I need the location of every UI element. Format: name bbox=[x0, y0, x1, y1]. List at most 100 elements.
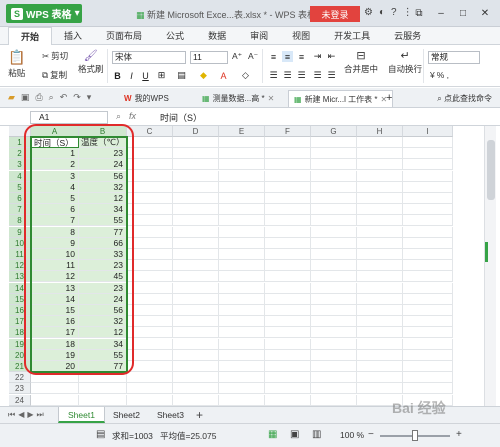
doc-tab-measure[interactable]: ▦ 测量数据...高 * ✕ bbox=[196, 90, 280, 107]
column-header-B[interactable]: B bbox=[79, 126, 127, 137]
undo-icon[interactable]: ↶ bbox=[60, 92, 68, 103]
table-cell[interactable] bbox=[265, 372, 311, 384]
help-icon[interactable]: ? bbox=[391, 7, 397, 18]
table-cell[interactable]: 12 bbox=[79, 327, 127, 339]
table-cell[interactable] bbox=[173, 383, 219, 395]
table-cell[interactable] bbox=[311, 148, 357, 160]
table-cell[interactable] bbox=[357, 148, 403, 160]
table-cell[interactable] bbox=[357, 327, 403, 339]
name-box[interactable]: A1 bbox=[30, 111, 108, 124]
table-cell[interactable] bbox=[173, 394, 219, 406]
table-cell[interactable]: 4 bbox=[31, 181, 79, 193]
table-cell[interactable] bbox=[265, 327, 311, 339]
table-cell[interactable] bbox=[173, 148, 219, 160]
table-cell[interactable] bbox=[311, 394, 357, 406]
table-cell[interactable] bbox=[219, 193, 265, 204]
table-cell[interactable] bbox=[173, 237, 219, 249]
table-cell[interactable]: 77 bbox=[79, 226, 127, 238]
table-cell[interactable] bbox=[357, 316, 403, 328]
table-cell[interactable] bbox=[79, 394, 127, 406]
header-cell[interactable] bbox=[403, 137, 453, 148]
maximize-icon[interactable]: □ bbox=[452, 5, 474, 21]
table-cell[interactable] bbox=[265, 215, 311, 227]
table-cell[interactable] bbox=[265, 193, 311, 204]
header-cell[interactable] bbox=[265, 137, 311, 148]
table-cell[interactable] bbox=[311, 349, 357, 361]
table-cell[interactable]: 9 bbox=[31, 237, 79, 249]
table-cell[interactable]: 66 bbox=[79, 237, 127, 249]
table-cell[interactable] bbox=[311, 383, 357, 395]
restore-icon[interactable]: ⧉ bbox=[408, 5, 430, 21]
ribbon-tab-7[interactable]: 开发工具 bbox=[322, 27, 382, 45]
table-cell[interactable] bbox=[127, 148, 173, 160]
minimize-icon[interactable]: – bbox=[430, 5, 452, 21]
select-all-corner[interactable] bbox=[9, 126, 31, 137]
table-cell[interactable] bbox=[31, 372, 79, 384]
table-cell[interactable] bbox=[311, 215, 357, 227]
table-cell[interactable] bbox=[265, 271, 311, 283]
indent-icon[interactable]: ⇥ bbox=[312, 51, 323, 62]
outdent-icon[interactable]: ⇤ bbox=[326, 51, 337, 62]
table-cell[interactable] bbox=[403, 293, 453, 305]
new-tab-button[interactable]: + bbox=[386, 92, 392, 104]
column-header-F[interactable]: F bbox=[265, 126, 311, 137]
table-cell[interactable]: 12 bbox=[31, 271, 79, 283]
table-cell[interactable] bbox=[357, 361, 403, 372]
table-cell[interactable] bbox=[219, 383, 265, 395]
table-cell[interactable] bbox=[265, 170, 311, 182]
table-cell[interactable] bbox=[127, 394, 173, 406]
row-header-20[interactable]: 20 bbox=[9, 349, 31, 361]
table-cell[interactable] bbox=[357, 349, 403, 361]
table-cell[interactable]: 55 bbox=[79, 215, 127, 227]
sheet-tab-3[interactable]: Sheet3 bbox=[148, 407, 193, 423]
italic-button[interactable]: I bbox=[126, 70, 137, 81]
wrap-text-button[interactable]: ↵ 自动换行 bbox=[388, 49, 422, 75]
row-header-10[interactable]: 10 bbox=[9, 237, 31, 249]
row-header-18[interactable]: 18 bbox=[9, 327, 31, 339]
table-cell[interactable] bbox=[357, 159, 403, 171]
page-layout-icon[interactable]: ▣ bbox=[290, 429, 299, 440]
number-format-select[interactable]: 常规 bbox=[428, 51, 480, 64]
table-cell[interactable]: 20 bbox=[31, 361, 79, 372]
align-bottom-icon[interactable]: ≡ bbox=[296, 51, 307, 62]
table-cell[interactable] bbox=[311, 372, 357, 384]
header-cell[interactable] bbox=[357, 137, 403, 148]
table-cell[interactable] bbox=[127, 181, 173, 193]
table-cell[interactable] bbox=[31, 394, 79, 406]
table-cell[interactable] bbox=[173, 159, 219, 171]
table-cell[interactable] bbox=[127, 316, 173, 328]
table-cell[interactable] bbox=[219, 372, 265, 384]
table-cell[interactable]: 77 bbox=[79, 361, 127, 372]
table-cell[interactable]: 55 bbox=[79, 349, 127, 361]
table-cell[interactable] bbox=[173, 249, 219, 260]
table-cell[interactable] bbox=[311, 305, 357, 316]
table-cell[interactable]: 6 bbox=[31, 204, 79, 216]
table-cell[interactable] bbox=[173, 361, 219, 372]
fx-icon[interactable]: fx bbox=[129, 111, 136, 122]
clear-format-icon[interactable]: ◇ bbox=[240, 70, 251, 81]
table-cell[interactable] bbox=[357, 338, 403, 350]
table-cell[interactable] bbox=[265, 226, 311, 238]
normal-view-icon[interactable]: ▦ bbox=[268, 429, 277, 440]
table-cell[interactable] bbox=[265, 361, 311, 372]
fill-color-icon[interactable]: ◆ bbox=[198, 70, 209, 81]
currency-button[interactable]: ¥ % , bbox=[430, 70, 449, 80]
table-cell[interactable] bbox=[219, 181, 265, 193]
table-cell[interactable] bbox=[265, 148, 311, 160]
border-icon[interactable]: ⊞ bbox=[156, 70, 167, 81]
row-header-15[interactable]: 15 bbox=[9, 293, 31, 305]
table-cell[interactable] bbox=[311, 327, 357, 339]
table-cell[interactable] bbox=[311, 293, 357, 305]
table-cell[interactable] bbox=[127, 327, 173, 339]
close-icon[interactable]: ✕ bbox=[474, 5, 496, 21]
table-cell[interactable] bbox=[219, 159, 265, 171]
table-cell[interactable] bbox=[357, 305, 403, 316]
table-cell[interactable] bbox=[403, 282, 453, 294]
table-cell[interactable] bbox=[357, 215, 403, 227]
table-cell[interactable] bbox=[403, 383, 453, 395]
table-cell[interactable] bbox=[219, 215, 265, 227]
table-cell[interactable] bbox=[403, 249, 453, 260]
table-cell[interactable]: 45 bbox=[79, 271, 127, 283]
align-top-icon[interactable]: ≡ bbox=[268, 51, 279, 62]
table-cell[interactable] bbox=[127, 237, 173, 249]
